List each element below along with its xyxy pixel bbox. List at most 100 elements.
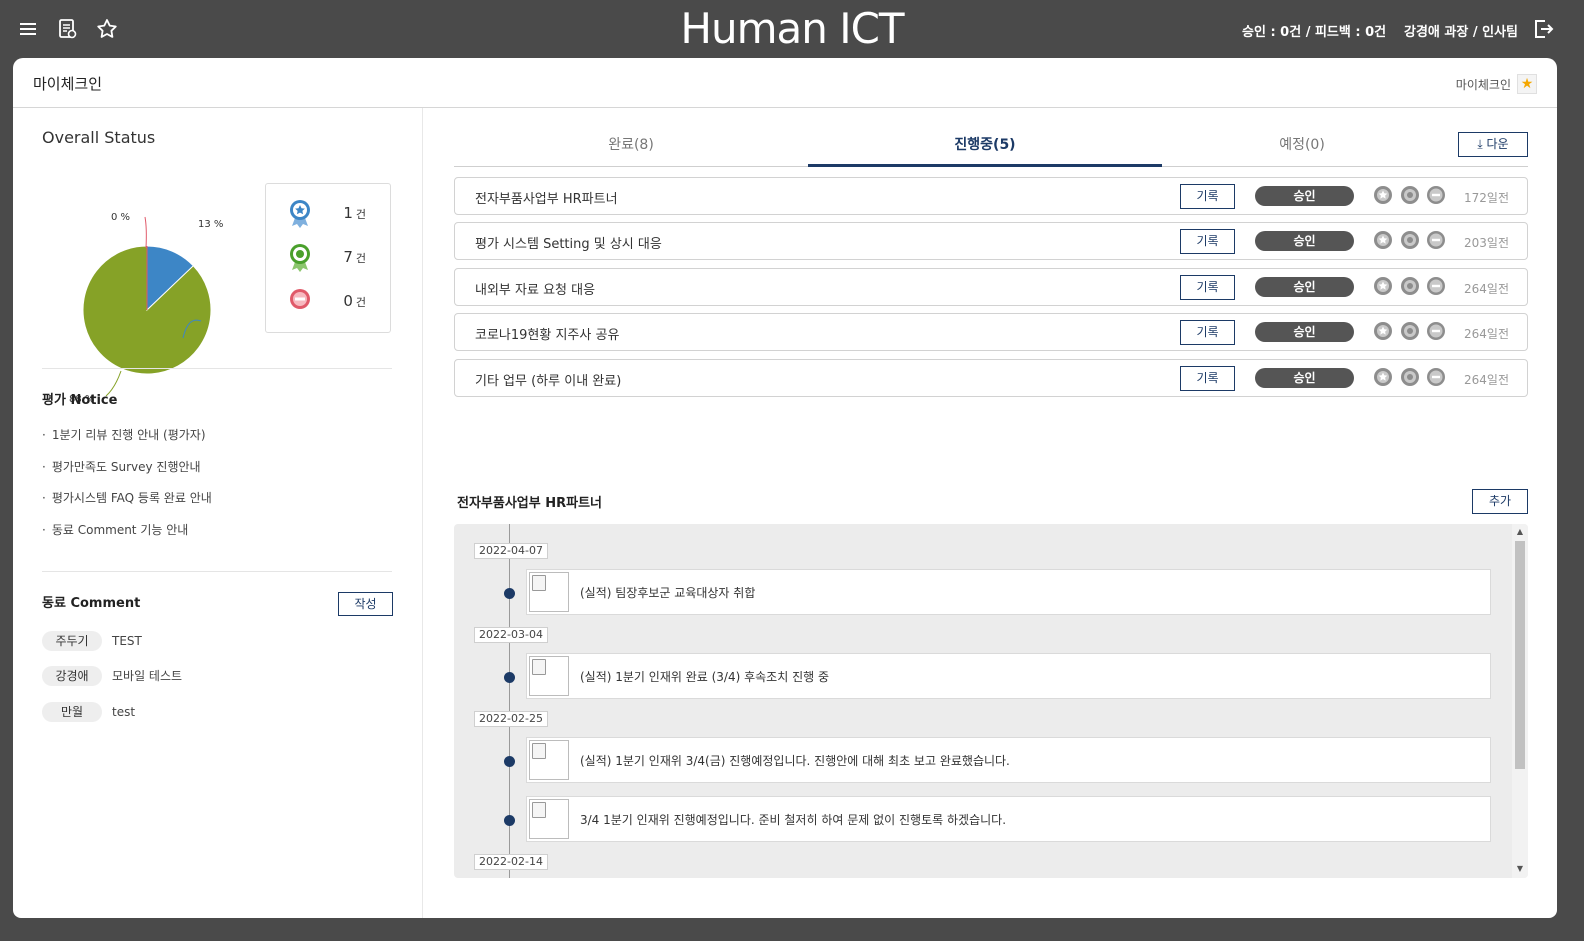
- scroll-up-icon[interactable]: ▲: [1515, 527, 1525, 537]
- red-minus-icon: [290, 289, 310, 309]
- tab-active-indicator: [808, 164, 1162, 167]
- task-row[interactable]: 전자부품사업부 HR파트너 기록 승인 172일전: [454, 177, 1528, 215]
- medal-icon[interactable]: [1399, 367, 1421, 389]
- user-info[interactable]: 강경애 과장 / 인사팀: [1404, 21, 1518, 40]
- detail-title: 전자부품사업부 HR파트너: [457, 496, 603, 511]
- pie-label-blue: 13 %: [198, 219, 224, 230]
- timeline-dot: [504, 672, 515, 683]
- stat-count-red: 0건: [343, 292, 366, 310]
- approval-feedback-status: 승인 : 0건 / 피드백 : 0건: [1242, 25, 1387, 40]
- record-button[interactable]: 기록: [1180, 366, 1235, 391]
- task-title[interactable]: 코로나19현황 지주사 공유: [475, 324, 619, 343]
- minus-circle-icon[interactable]: [1425, 230, 1447, 252]
- approval-status-badge: 승인: [1255, 277, 1354, 297]
- comment-title: 동료 Comment: [42, 596, 141, 611]
- comment-author: 만월: [42, 702, 102, 722]
- elapsed-days: 203일전: [1464, 236, 1509, 250]
- status-pie-chart: [82, 216, 212, 397]
- green-medal-icon: [290, 244, 310, 272]
- left-column: Overall Status 0 % 13 % 88 % 1건 7 건 0 건 …: [13, 108, 423, 918]
- task-title[interactable]: 평가 시스템 Setting 및 상시 대응: [475, 233, 662, 252]
- timeline-panel[interactable]: 2022-04-07 (실적) 팀장후보군 교육대상자 취합 2022-03-0…: [454, 524, 1528, 878]
- notice-item[interactable]: 1분기 리뷰 진행 안내 (평가자): [42, 426, 206, 443]
- record-button[interactable]: 기록: [1180, 320, 1235, 345]
- favorite-star-icon[interactable]: ★: [1517, 74, 1537, 94]
- timeline-scrollbar[interactable]: ▲ ▼: [1512, 524, 1528, 878]
- medal-icon[interactable]: [1399, 276, 1421, 298]
- broken-image-icon: [529, 656, 569, 696]
- timeline-card[interactable]: (실적) 1분기 인재위 완료 (3/4) 후속조치 진행 중: [526, 653, 1491, 699]
- timeline-dot: [504, 756, 515, 767]
- comment-author: 강경애: [42, 666, 102, 686]
- page-title: 마이체크인: [33, 75, 103, 93]
- add-record-button[interactable]: 추가: [1472, 489, 1528, 514]
- scroll-thumb[interactable]: [1515, 541, 1525, 769]
- task-row[interactable]: 평가 시스템 Setting 및 상시 대응 기록 승인 203일전: [454, 222, 1528, 260]
- pie-label-red: 0 %: [111, 212, 131, 223]
- timeline-text: (실적) 1분기 인재위 완료 (3/4) 후속조치 진행 중: [580, 670, 830, 684]
- panel-header: 마이체크인 마이체크인 ★: [13, 58, 1557, 108]
- notice-item[interactable]: 평가만족도 Survey 진행안내: [42, 458, 201, 475]
- notice-item[interactable]: 동료 Comment 기능 안내: [42, 521, 188, 538]
- timeline-dot: [504, 815, 515, 826]
- stat-row-red: 0건: [286, 286, 376, 316]
- overall-status-title: Overall Status: [42, 128, 156, 147]
- download-label: 다운: [1486, 137, 1509, 151]
- record-button[interactable]: 기록: [1180, 275, 1235, 300]
- divider: [42, 571, 392, 572]
- timeline-date: 2022-02-25: [474, 711, 548, 727]
- record-button[interactable]: 기록: [1180, 184, 1235, 209]
- comment-text: test: [112, 705, 136, 719]
- comment-text: TEST: [112, 634, 142, 648]
- task-row[interactable]: 기타 업무 (하루 이내 완료) 기록 승인 264일전: [454, 359, 1528, 397]
- timeline-date: 2022-04-07: [474, 543, 548, 559]
- medal-icon[interactable]: [1399, 185, 1421, 207]
- notice-title: 평가 Notice: [42, 393, 118, 408]
- stat-row-star: 1건: [286, 198, 376, 228]
- record-button[interactable]: 기록: [1180, 229, 1235, 254]
- comment-author: 주두기: [42, 631, 102, 651]
- task-row[interactable]: 코로나19현황 지주사 공유 기록 승인 264일전: [454, 313, 1528, 351]
- blue-star-medal-icon: [290, 200, 310, 228]
- minus-circle-icon[interactable]: [1425, 367, 1447, 389]
- timeline-date: 2022-02-14: [474, 854, 548, 870]
- broken-image-icon: [529, 572, 569, 612]
- breadcrumb[interactable]: 마이체크인: [1456, 76, 1511, 93]
- timeline-text: (실적) 1분기 인재위 3/4(금) 진행예정입니다. 진행안에 대해 최초 …: [580, 754, 1010, 768]
- stat-count-star: 1건: [343, 204, 366, 222]
- star-medal-icon[interactable]: [1372, 321, 1394, 343]
- task-title[interactable]: 내외부 자료 요청 대응: [475, 279, 595, 298]
- task-title[interactable]: 전자부품사업부 HR파트너: [475, 188, 618, 207]
- minus-circle-icon[interactable]: [1425, 321, 1447, 343]
- star-medal-icon[interactable]: [1372, 185, 1394, 207]
- timeline-card[interactable]: 3/4 1분기 인재위 진행예정입니다. 준비 철저히 하여 문제 없이 진행토…: [526, 796, 1491, 842]
- approval-status-badge: 승인: [1255, 322, 1354, 342]
- notice-item[interactable]: 평가시스템 FAQ 등록 완료 안내: [42, 489, 212, 506]
- elapsed-days: 172일전: [1464, 191, 1509, 205]
- task-row[interactable]: 내외부 자료 요청 대응 기록 승인 264일전: [454, 268, 1528, 306]
- timeline-card[interactable]: (실적) 팀장후보군 교육대상자 취합: [526, 569, 1491, 615]
- scroll-down-icon[interactable]: ▼: [1515, 864, 1525, 874]
- write-comment-button[interactable]: 작성: [338, 592, 393, 616]
- elapsed-days: 264일전: [1464, 327, 1509, 341]
- star-medal-icon[interactable]: [1372, 230, 1394, 252]
- timeline-card[interactable]: (실적) 1분기 인재위 3/4(금) 진행예정입니다. 진행안에 대해 최초 …: [526, 737, 1491, 783]
- star-medal-icon[interactable]: [1372, 276, 1394, 298]
- logout-icon[interactable]: [1531, 17, 1555, 41]
- medal-icon[interactable]: [1399, 321, 1421, 343]
- stat-row-green: 7건: [286, 242, 376, 272]
- status-count-box: 1건 7건 0건: [265, 183, 391, 333]
- star-medal-icon[interactable]: [1372, 367, 1394, 389]
- timeline-date: 2022-03-04: [474, 627, 548, 643]
- timeline-dot: [504, 588, 515, 599]
- tab-scheduled[interactable]: 예정(0): [1162, 134, 1442, 154]
- comment-text: 모바일 테스트: [112, 669, 183, 683]
- medal-icon[interactable]: [1399, 230, 1421, 252]
- tab-in-progress[interactable]: 진행중(5): [808, 134, 1162, 154]
- minus-circle-icon[interactable]: [1425, 185, 1447, 207]
- tab-completed[interactable]: 완료(8): [454, 134, 808, 154]
- download-button[interactable]: ⤓ 다운: [1458, 132, 1528, 157]
- timeline-text: (실적) 팀장후보군 교육대상자 취합: [580, 586, 756, 600]
- minus-circle-icon[interactable]: [1425, 276, 1447, 298]
- task-title[interactable]: 기타 업무 (하루 이내 완료): [475, 370, 621, 389]
